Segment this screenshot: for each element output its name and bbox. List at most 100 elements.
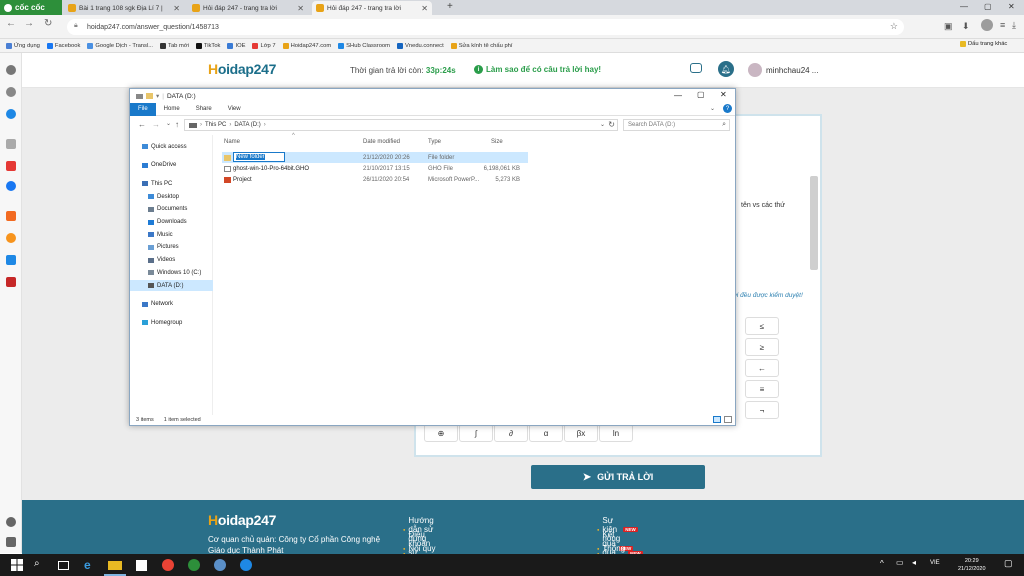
youtube-icon[interactable] <box>6 161 16 171</box>
nav-item[interactable]: Network <box>130 299 213 310</box>
nav-item[interactable]: Desktop <box>130 191 213 202</box>
close-tab-icon[interactable]: ✕ <box>297 4 304 13</box>
path-dropdown-icon[interactable]: ⌄ <box>600 121 605 128</box>
bookmark-item[interactable]: Sửa kính tê chấu phí <box>450 42 513 49</box>
ribbon-tab[interactable]: View <box>220 103 249 116</box>
math-symbol-button[interactable]: ≥ <box>745 338 779 356</box>
messenger-icon[interactable] <box>6 109 16 119</box>
expand-ribbon-icon[interactable]: ⌄ <box>710 105 715 112</box>
user-menu[interactable]: minhchau24 ... <box>748 63 818 77</box>
browser-brand-logo[interactable]: cốc cốc <box>0 0 62 15</box>
language-indicator[interactable]: VIE <box>930 560 940 566</box>
browser-tab[interactable]: Bài 1 trang 108 sgk Địa Lí 7 | ✕ <box>64 1 184 15</box>
math-symbol-button[interactable]: ≡ <box>745 380 779 398</box>
more-icon[interactable] <box>6 537 16 547</box>
editor-tool-button[interactable]: ∫ <box>459 424 493 442</box>
toolbar-dropdown-icon[interactable]: ▾ <box>156 92 159 100</box>
store-icon[interactable] <box>136 560 147 571</box>
facebook-icon[interactable] <box>6 181 16 191</box>
browser-tab[interactable]: Hỏi đáp 247 - trang tra lời ✕ <box>188 1 308 15</box>
task-view-icon[interactable] <box>58 561 69 570</box>
bookmark-item[interactable]: Google Dịch - Transl... <box>87 42 153 49</box>
url-input[interactable]: 🔒︎ hoidap247.com/answer_question/1458713… <box>67 19 904 35</box>
extension-icon[interactable]: ▣ <box>944 21 953 32</box>
chrome-icon[interactable] <box>162 559 174 571</box>
details-view-icon[interactable] <box>713 416 721 423</box>
answer-tip-link[interactable]: i Làm sao để có câu trả lời hay! <box>474 65 601 74</box>
math-symbol-button[interactable]: ≤ <box>745 317 779 335</box>
back-arrow-icon[interactable]: ← <box>138 120 146 129</box>
notification-bell-icon[interactable] <box>6 517 16 527</box>
footer-logo[interactable]: Hoidap247 <box>208 512 276 528</box>
search-taskbar-icon[interactable]: ⌕ <box>34 558 48 572</box>
chat-icon[interactable] <box>690 63 702 73</box>
volume-icon[interactable]: ◂ <box>912 558 916 567</box>
column-date-modified[interactable]: Date modified <box>363 139 400 145</box>
forward-arrow-icon[interactable]: → <box>152 120 160 129</box>
file-row[interactable]: ghost-win-10-Pro-64bit.GHO 21/10/2017 13:… <box>222 163 528 174</box>
tray-up-icon[interactable]: ^ <box>880 559 884 568</box>
close-tab-icon[interactable]: ✕ <box>421 4 428 13</box>
new-tab-button[interactable]: + <box>447 1 453 12</box>
quick-access-toolbar[interactable] <box>146 93 153 99</box>
skype-icon[interactable] <box>240 559 252 571</box>
downloads-icon[interactable]: ⤓ <box>1012 20 1016 31</box>
editor-tool-button[interactable]: ln <box>599 424 633 442</box>
nav-item[interactable]: Pictures <box>130 242 213 253</box>
ribbon-tab[interactable]: Share <box>188 103 220 116</box>
file-name[interactable]: New folder <box>233 152 285 162</box>
submit-answer-button[interactable]: ➤ GỬI TRẢ LỜI <box>531 465 705 489</box>
editor-tool-button[interactable]: ∂ <box>494 424 528 442</box>
math-symbol-button[interactable]: ← <box>745 359 779 377</box>
refresh-icon[interactable]: ↻ <box>608 120 615 129</box>
game-icon[interactable] <box>6 233 16 243</box>
path-this-pc[interactable]: This PC <box>205 122 226 128</box>
bookmark-item[interactable]: TikTok <box>195 42 220 49</box>
site-logo[interactable]: Hoidap247 <box>208 61 276 77</box>
profile-avatar[interactable] <box>981 19 993 31</box>
bookmark-item[interactable]: Lớp 7 <box>252 42 276 49</box>
file-row[interactable]: Project 26/11/2020 20:54 Microsoft PowerP.… <box>222 174 528 185</box>
network-icon[interactable]: ▭ <box>896 558 904 567</box>
explorer-search-input[interactable]: Search DATA (D:) ⌕ <box>623 119 730 131</box>
action-center-icon[interactable]: ▢ <box>1004 558 1013 569</box>
nav-item[interactable]: Downloads <box>130 217 213 228</box>
bookmark-item[interactable]: Ứng dụng <box>6 42 40 49</box>
history-icon[interactable] <box>6 87 16 97</box>
taskbar-clock[interactable]: 20:29 21/12/2020 <box>958 557 986 573</box>
column-size[interactable]: Size <box>491 139 503 145</box>
bookmark-item[interactable]: Facebook <box>46 42 80 49</box>
nav-item[interactable]: DATA (D:) <box>130 280 213 291</box>
nav-item[interactable]: This PC <box>130 178 213 189</box>
editor-tool-button[interactable]: ⊕ <box>424 424 458 442</box>
nav-item[interactable]: Homegroup <box>130 317 213 328</box>
app-icon[interactable] <box>6 277 16 287</box>
menu-icon[interactable]: ≡ <box>1000 20 1005 30</box>
minimize-window-icon[interactable]: — <box>960 2 968 11</box>
file-explorer-taskbar-icon[interactable] <box>108 561 122 570</box>
other-bookmarks[interactable]: Dấu trang khác <box>960 41 1007 47</box>
math-symbol-button[interactable]: ¬ <box>745 401 779 419</box>
explorer-path-bar[interactable]: › This PC › DATA (D:) › ⌄ ↻ <box>184 119 618 131</box>
browser-tab[interactable]: Hỏi đáp 247 - trang tra lời ✕ <box>312 1 432 15</box>
editor-tool-button[interactable]: α <box>529 424 563 442</box>
nav-item[interactable]: OneDrive <box>130 160 213 171</box>
ribbon-tab[interactable]: File <box>130 102 156 116</box>
maximize-icon[interactable]: ▢ <box>697 90 705 99</box>
path-data-drive[interactable]: DATA (D:) <box>234 122 260 128</box>
up-arrow-icon[interactable]: ↑ <box>175 120 179 129</box>
shopee-icon[interactable] <box>6 211 16 221</box>
close-icon[interactable]: ✕ <box>720 90 727 99</box>
edge-icon[interactable]: e <box>84 558 98 572</box>
app-taskbar-icon[interactable] <box>214 559 226 571</box>
column-type[interactable]: Type <box>428 139 441 145</box>
help-icon[interactable]: ? <box>723 104 732 113</box>
editor-scrollbar[interactable] <box>810 176 818 270</box>
nav-item[interactable]: Windows 10 (C:) <box>130 267 213 278</box>
bookmark-item[interactable]: IOE <box>227 42 245 49</box>
nav-item[interactable]: Documents <box>130 204 213 215</box>
reload-icon[interactable]: ↻ <box>44 18 52 29</box>
star-icon[interactable]: ☆ <box>890 21 898 32</box>
column-name[interactable]: Name <box>224 139 240 145</box>
file-row[interactable]: New folder 21/12/2020 20:26 File folder <box>222 152 528 163</box>
